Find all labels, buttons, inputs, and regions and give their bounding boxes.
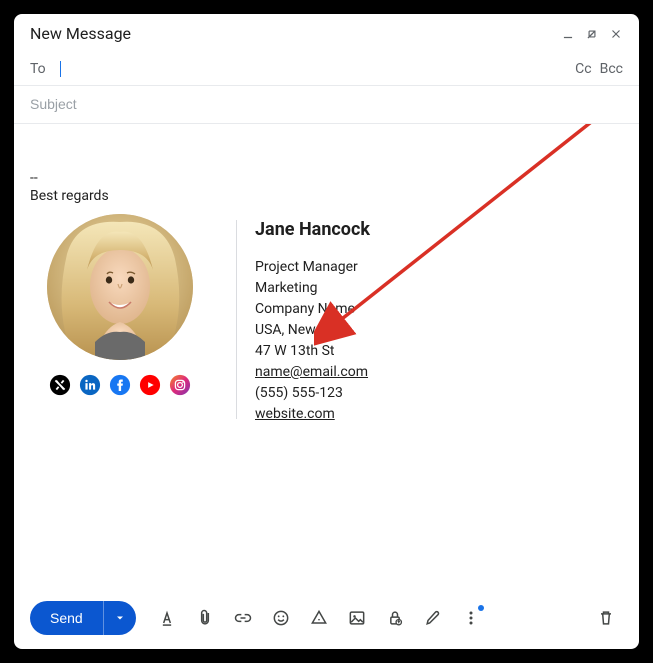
- compose-window: New Message To Cc Bc: [14, 14, 639, 649]
- facebook-icon[interactable]: [109, 374, 131, 396]
- social-links: [49, 374, 191, 396]
- message-body[interactable]: -- Best regards: [14, 124, 639, 591]
- confidential-icon[interactable]: [378, 601, 412, 635]
- signature-phone: (555) 555-123: [255, 383, 370, 404]
- signature-details: Jane Hancock Project Manager Marketing C…: [255, 214, 370, 425]
- signature-address: 47 W 13th St: [255, 341, 370, 362]
- bcc-button[interactable]: Bcc: [600, 61, 623, 77]
- more-options-icon[interactable]: [454, 601, 488, 635]
- signature-pen-icon[interactable]: [416, 601, 450, 635]
- compose-title: New Message: [30, 24, 131, 43]
- text-cursor: [60, 61, 61, 77]
- signature-website[interactable]: website.com: [255, 406, 335, 422]
- attach-icon[interactable]: [188, 601, 222, 635]
- signature-department: Marketing: [255, 278, 370, 299]
- to-label: To: [30, 61, 56, 77]
- subject-field-row[interactable]: [14, 86, 639, 124]
- signature-name: Jane Hancock: [255, 216, 370, 243]
- close-icon[interactable]: [609, 27, 623, 41]
- signature-email[interactable]: name@email.com: [255, 364, 368, 380]
- compose-toolbar: Send: [14, 591, 639, 649]
- instagram-icon[interactable]: [169, 374, 191, 396]
- compose-header: New Message: [14, 14, 639, 53]
- signature-location: USA, New York: [255, 320, 370, 341]
- drive-icon[interactable]: [302, 601, 336, 635]
- popout-icon[interactable]: [585, 27, 599, 41]
- linkedin-icon[interactable]: [79, 374, 101, 396]
- discard-icon[interactable]: [589, 601, 623, 635]
- signature-closing: Best regards: [30, 188, 623, 204]
- youtube-icon[interactable]: [139, 374, 161, 396]
- signature-divider: [236, 220, 237, 419]
- minimize-icon[interactable]: [561, 27, 575, 41]
- image-icon[interactable]: [340, 601, 374, 635]
- emoji-icon[interactable]: [264, 601, 298, 635]
- to-field-row[interactable]: To Cc Bcc: [14, 53, 639, 86]
- cc-button[interactable]: Cc: [575, 61, 591, 77]
- signature-company: Company Name: [255, 299, 370, 320]
- send-more-button[interactable]: [103, 601, 136, 635]
- email-signature: Jane Hancock Project Manager Marketing C…: [30, 214, 623, 425]
- signature-separator: --: [30, 170, 623, 186]
- send-button-group: Send: [30, 601, 136, 635]
- subject-input[interactable]: [30, 96, 623, 112]
- link-icon[interactable]: [226, 601, 260, 635]
- avatar: [47, 214, 193, 360]
- x-icon[interactable]: [49, 374, 71, 396]
- formatting-icon[interactable]: [150, 601, 184, 635]
- send-button[interactable]: Send: [30, 601, 103, 635]
- signature-title: Project Manager: [255, 257, 370, 278]
